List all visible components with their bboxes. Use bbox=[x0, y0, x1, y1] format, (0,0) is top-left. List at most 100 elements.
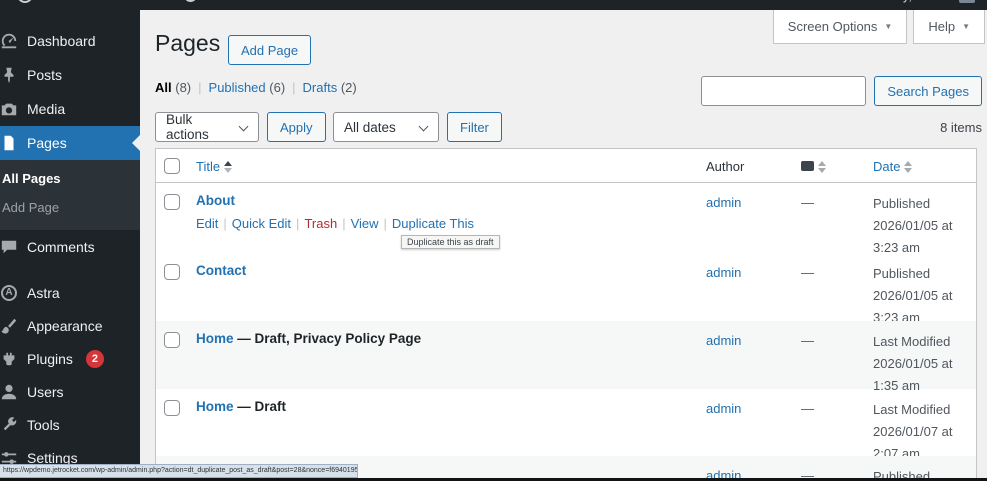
sidebar-item-all-pages[interactable]: All Pages bbox=[0, 164, 140, 193]
sort-by-date-header[interactable]: Date bbox=[873, 159, 900, 174]
date-cell: Published 2026/01/05 at 3:23 am bbox=[873, 266, 953, 325]
page-title: Pages bbox=[155, 30, 221, 56]
row-checkbox[interactable] bbox=[164, 194, 180, 210]
help-tab[interactable]: Help ▼ bbox=[913, 10, 985, 44]
separator: | bbox=[292, 80, 296, 95]
author-link[interactable]: admin bbox=[706, 265, 741, 280]
duplicate-tooltip: Duplicate this as draft bbox=[401, 235, 500, 249]
sidebar-item-label: Plugins bbox=[27, 350, 73, 367]
updates-count: 2 bbox=[202, 0, 209, 3]
home-icon: ⌂ bbox=[51, 0, 59, 3]
search-pages-button[interactable]: Search Pages bbox=[874, 76, 982, 106]
howdy-admin-menu[interactable]: Howdy, admin bbox=[870, 0, 951, 3]
wordpress-logo-menu[interactable]: W bbox=[8, 0, 42, 10]
search-box: Search Pages bbox=[701, 76, 982, 106]
trash-link[interactable]: Trash bbox=[304, 216, 337, 231]
sidebar-item-media[interactable]: Media bbox=[0, 92, 140, 126]
sort-arrows-icon bbox=[818, 160, 826, 173]
page-state-label: — Draft, Privacy Policy Page bbox=[233, 331, 422, 346]
comments-value: — bbox=[801, 401, 814, 416]
separator: | bbox=[296, 216, 300, 231]
page-title-link[interactable]: Home bbox=[196, 331, 234, 346]
screen-options-tab[interactable]: Screen Options ▼ bbox=[772, 10, 908, 44]
sort-by-title-header[interactable]: Title bbox=[196, 159, 220, 174]
site-name-menu[interactable]: ⌂ WordPress Demo bbox=[42, 0, 175, 10]
bulk-actions-select[interactable]: Bulk actions bbox=[155, 112, 259, 142]
search-input[interactable] bbox=[701, 76, 867, 106]
select-all-checkbox[interactable] bbox=[164, 158, 180, 174]
user-icon bbox=[0, 383, 18, 401]
row-checkbox[interactable] bbox=[164, 400, 180, 416]
table-nav: Bulk actions Apply All dates Filter 8 it… bbox=[155, 112, 982, 142]
table-row-home-privacy: Home — Draft, Privacy Policy Page admin … bbox=[156, 321, 976, 393]
new-content-menu[interactable]: + New bbox=[263, 0, 318, 10]
page-title-link[interactable]: Contact bbox=[196, 263, 246, 278]
updates-menu[interactable]: 2 bbox=[175, 0, 218, 10]
filter-drafts-link[interactable]: Drafts bbox=[303, 80, 338, 95]
sidebar-item-label: Posts bbox=[27, 67, 63, 83]
astra-letter: A bbox=[1, 284, 17, 301]
add-page-button[interactable]: Add Page bbox=[228, 35, 312, 65]
author-header-label: Author bbox=[706, 159, 745, 174]
view-link[interactable]: View bbox=[351, 216, 379, 231]
sidebar-item-label: Media bbox=[27, 101, 66, 117]
sidebar-item-appearance[interactable]: Appearance bbox=[0, 309, 140, 342]
sidebar-item-tools[interactable]: Tools bbox=[0, 408, 140, 441]
sidebar-item-comments[interactable]: Comments bbox=[0, 230, 140, 264]
pages-submenu: All Pages Add Page bbox=[0, 160, 140, 230]
admin-bar: W ⌂ WordPress Demo 2 0 + New Howdy, admi… bbox=[0, 0, 987, 10]
updates-icon bbox=[184, 0, 198, 2]
duplicate-this-link[interactable]: Duplicate This bbox=[392, 216, 474, 231]
submenu-item-label: All Pages bbox=[2, 171, 61, 186]
page-title-link[interactable]: About bbox=[196, 193, 235, 208]
sidebar-item-label: Appearance bbox=[27, 317, 103, 334]
wordpress-admin-pages-screen: W ⌂ WordPress Demo 2 0 + New Howdy, admi… bbox=[0, 0, 987, 481]
quick-edit-link[interactable]: Quick Edit bbox=[232, 216, 291, 231]
date-filter-select[interactable]: All dates bbox=[333, 112, 439, 142]
date-filter-value: All dates bbox=[344, 119, 396, 135]
sidebar-item-astra[interactable]: A Astra bbox=[0, 276, 140, 309]
comments-menu[interactable]: 0 bbox=[218, 0, 262, 10]
row-checkbox[interactable] bbox=[164, 332, 180, 348]
sidebar-item-add-page[interactable]: Add Page bbox=[0, 193, 140, 222]
sidebar-item-label: Pages bbox=[27, 135, 67, 151]
sidebar-item-dashboard[interactable]: Dashboard bbox=[0, 24, 140, 58]
bulk-actions-value: Bulk actions bbox=[166, 112, 209, 142]
row-checkbox[interactable] bbox=[164, 264, 180, 280]
page-title-link[interactable]: Home bbox=[196, 399, 234, 414]
filter-button[interactable]: Filter bbox=[447, 112, 502, 142]
sort-arrows-icon bbox=[904, 160, 913, 173]
date-cell: Published 2026/01/05 at 3:23 am bbox=[873, 196, 953, 255]
screen-options-label: Screen Options bbox=[787, 19, 878, 34]
site-name-label: WordPress Demo bbox=[64, 0, 166, 3]
comments-count: 0 bbox=[246, 0, 253, 3]
author-link[interactable]: admin bbox=[706, 333, 741, 348]
filter-drafts-count: (2) bbox=[340, 80, 357, 95]
apply-button[interactable]: Apply bbox=[267, 112, 326, 142]
sidebar-item-pages[interactable]: Pages bbox=[0, 126, 140, 160]
author-link[interactable]: admin bbox=[706, 195, 741, 210]
items-count: 8 items bbox=[940, 120, 982, 135]
sidebar-item-plugins[interactable]: Plugins 2 bbox=[0, 342, 140, 375]
comment-bubble-icon bbox=[801, 161, 814, 171]
sort-by-comments-header[interactable] bbox=[801, 161, 814, 171]
separator: | bbox=[383, 216, 387, 231]
filter-all-link[interactable]: All bbox=[155, 80, 172, 95]
sidebar-item-label: Tools bbox=[27, 416, 60, 433]
comments-value: — bbox=[801, 265, 814, 280]
filter-all-count: (8) bbox=[175, 80, 192, 95]
table-row-about: About Edit | Quick Edit | Trash | View | Duplica… bbox=[156, 183, 976, 255]
edit-link[interactable]: Edit bbox=[196, 216, 218, 231]
sidebar-item-posts[interactable]: Posts bbox=[0, 58, 140, 92]
filter-published-link[interactable]: Published bbox=[209, 80, 266, 95]
sidebar-item-label: Astra bbox=[27, 284, 60, 301]
avatar bbox=[959, 0, 975, 3]
author-link[interactable]: admin bbox=[706, 401, 741, 416]
view-filter-links: All (8) | Published (6) | Drafts (2) bbox=[155, 80, 357, 95]
paintbrush-icon bbox=[0, 317, 18, 335]
sidebar-item-label: Comments bbox=[27, 239, 95, 255]
sidebar-item-users[interactable]: Users bbox=[0, 375, 140, 408]
wordpress-logo-icon: W bbox=[17, 0, 33, 3]
plugins-update-badge: 2 bbox=[85, 349, 104, 368]
chevron-down-icon bbox=[418, 121, 429, 132]
